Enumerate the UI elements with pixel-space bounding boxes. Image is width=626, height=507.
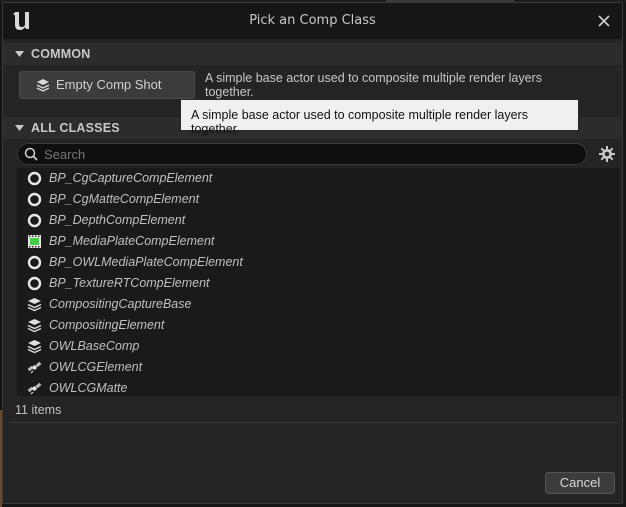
ring-icon: [27, 192, 42, 207]
ring-icon: [27, 213, 42, 228]
list-item-label: CompositingCaptureBase: [49, 297, 192, 311]
class-list: BP_CgCaptureCompElement BP_CgMatteCompEl…: [17, 168, 620, 396]
all-classes-section-label: ALL CLASSES: [31, 121, 120, 135]
title-bar: Pick an Comp Class: [3, 3, 622, 39]
list-item[interactable]: OWLCGElement: [17, 357, 620, 378]
list-item[interactable]: BP_OWLMediaPlateCompElement: [17, 252, 620, 273]
ring-icon: [27, 255, 42, 270]
list-item-label: BP_OWLMediaPlateCompElement: [49, 255, 243, 269]
common-section-label: COMMON: [31, 47, 91, 61]
item-count: 11 items: [15, 403, 62, 417]
ring-icon: [27, 171, 42, 186]
list-item[interactable]: OWLBaseComp: [17, 336, 620, 357]
ring-icon: [27, 276, 42, 291]
empty-comp-shot-description: A simple base actor used to composite mu…: [205, 71, 542, 99]
search-input[interactable]: [44, 145, 574, 163]
list-item[interactable]: BP_MediaPlateCompElement: [17, 231, 620, 252]
list-item[interactable]: BP_TextureRTCompElement: [17, 273, 620, 294]
search-box: [17, 143, 587, 165]
gear-icon[interactable]: [598, 145, 616, 163]
empty-comp-shot-label: Empty Comp Shot: [56, 77, 162, 92]
satellite-icon: [27, 382, 42, 395]
empty-comp-shot-button[interactable]: Empty Comp Shot: [19, 71, 195, 99]
list-item-label: CompositingElement: [49, 318, 165, 332]
media-plate-icon: [28, 235, 41, 248]
list-item[interactable]: BP_CgCaptureCompElement: [17, 168, 620, 189]
list-item-label: BP_MediaPlateCompElement: [49, 234, 215, 248]
class-picker-dialog: Pick an Comp Class COMMON Empty Comp Sho…: [2, 2, 623, 504]
list-item-label: BP_CgMatteCompElement: [49, 192, 200, 206]
footer-divider: [9, 422, 618, 423]
layers-icon: [27, 340, 42, 354]
list-item-label: OWLBaseComp: [49, 339, 140, 353]
layers-icon: [27, 319, 42, 333]
list-item[interactable]: CompositingElement: [17, 315, 620, 336]
common-section-header[interactable]: COMMON: [3, 43, 622, 65]
list-item-label: OWLCGMatte: [49, 381, 128, 395]
dialog-title: Pick an Comp Class: [249, 13, 376, 28]
layers-icon: [36, 79, 50, 92]
satellite-icon: [27, 361, 42, 374]
cancel-button[interactable]: Cancel: [545, 472, 615, 494]
search-icon: [24, 147, 38, 161]
list-item[interactable]: BP_CgMatteCompElement: [17, 189, 620, 210]
list-item-label: OWLCGElement: [49, 360, 143, 374]
chevron-down-icon: [15, 51, 24, 57]
list-item[interactable]: BP_DepthCompElement: [17, 210, 620, 231]
list-item-label: BP_CgCaptureCompElement: [49, 171, 213, 185]
chevron-down-icon: [15, 125, 24, 131]
tooltip: A simple base actor used to composite mu…: [180, 99, 579, 136]
list-item[interactable]: CompositingCaptureBase: [17, 294, 620, 315]
layers-icon: [27, 298, 42, 312]
list-item-label: BP_DepthCompElement: [49, 213, 186, 227]
list-item[interactable]: OWLCGMatte: [17, 378, 620, 399]
close-icon[interactable]: [596, 13, 612, 29]
list-item-label: BP_TextureRTCompElement: [49, 276, 210, 290]
